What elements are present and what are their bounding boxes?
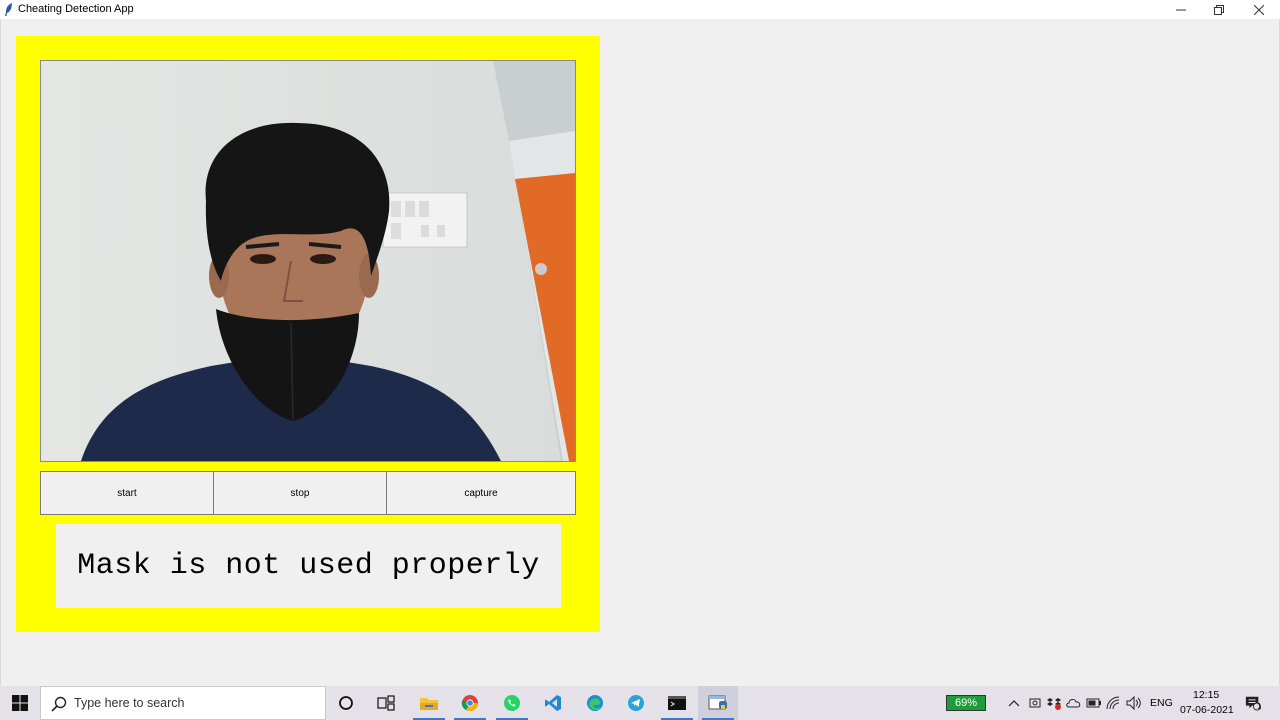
taskbar: Type here to search 69% ENG 12:15 07-06-…	[0, 686, 1280, 720]
restore-icon	[1214, 4, 1224, 15]
chrome-button[interactable]	[450, 686, 490, 720]
title-bar: Cheating Detection App	[0, 0, 1280, 19]
minimize-icon	[1176, 9, 1186, 10]
whatsapp-icon	[504, 695, 520, 711]
file-explorer-icon	[420, 698, 438, 710]
windows-logo-icon	[12, 695, 28, 711]
speaker-icon	[1126, 696, 1141, 710]
terminal-button[interactable]	[657, 686, 697, 720]
dropbox-icon	[1047, 698, 1061, 710]
python-app-icon	[708, 695, 727, 710]
tray-volume-button[interactable]	[1126, 695, 1142, 711]
action-center-button[interactable]: 1	[1245, 695, 1261, 711]
show-hidden-icons-button[interactable]	[1006, 695, 1022, 711]
terminal-icon	[668, 696, 686, 710]
vscode-button[interactable]	[533, 686, 573, 720]
clock-time[interactable]: 12:15	[1193, 689, 1219, 701]
taskbar-search-box[interactable]: Type here to search	[40, 686, 326, 720]
minimize-button[interactable]	[1162, 0, 1200, 19]
close-button[interactable]	[1240, 0, 1278, 19]
python-app-button[interactable]	[698, 686, 738, 720]
webcam-feed-image	[41, 61, 575, 461]
search-icon	[51, 696, 67, 712]
start-menu-button[interactable]	[0, 686, 40, 720]
tray-battery-button[interactable]	[1086, 695, 1102, 711]
window-title: Cheating Detection App	[18, 3, 134, 15]
task-view-icon	[377, 695, 395, 711]
vscode-icon	[545, 695, 561, 711]
status-label-box: Mask is not used properly	[56, 524, 561, 608]
start-button[interactable]: start	[40, 471, 214, 515]
telegram-button[interactable]	[616, 686, 656, 720]
status-message: Mask is not used properly	[77, 549, 540, 583]
stop-button[interactable]: stop	[213, 471, 387, 515]
control-button-row: start stop capture	[40, 471, 576, 515]
webcam-feed	[40, 60, 576, 462]
chrome-icon	[461, 695, 478, 712]
cortana-icon	[339, 696, 353, 710]
camera-tray-icon	[1029, 698, 1041, 708]
battery-percent-badge: 69%	[946, 695, 986, 711]
tray-dropbox-button[interactable]	[1046, 695, 1062, 711]
cortana-button[interactable]	[326, 686, 366, 720]
feather-icon	[5, 3, 12, 16]
close-icon	[1254, 4, 1264, 15]
clock-date[interactable]: 07-06-2021	[1180, 704, 1234, 716]
telegram-icon	[628, 695, 644, 711]
wifi-icon	[1106, 696, 1120, 710]
whatsapp-button[interactable]	[492, 686, 532, 720]
edge-icon	[587, 695, 603, 711]
capture-button[interactable]: capture	[386, 471, 576, 515]
chevron-up-icon	[1008, 700, 1020, 707]
tray-onedrive-button[interactable]	[1066, 695, 1082, 711]
notification-count: 1	[1257, 702, 1262, 711]
file-explorer-button[interactable]	[409, 686, 449, 720]
edge-button[interactable]	[575, 686, 615, 720]
language-indicator[interactable]: ENG	[1150, 697, 1173, 709]
tray-wifi-button[interactable]	[1106, 695, 1122, 711]
onedrive-cloud-icon	[1066, 699, 1081, 708]
tray-meet-button[interactable]	[1027, 695, 1043, 711]
search-placeholder: Type here to search	[74, 696, 185, 710]
restore-button[interactable]	[1200, 0, 1238, 19]
task-view-button[interactable]	[366, 686, 406, 720]
battery-icon	[1086, 698, 1101, 708]
